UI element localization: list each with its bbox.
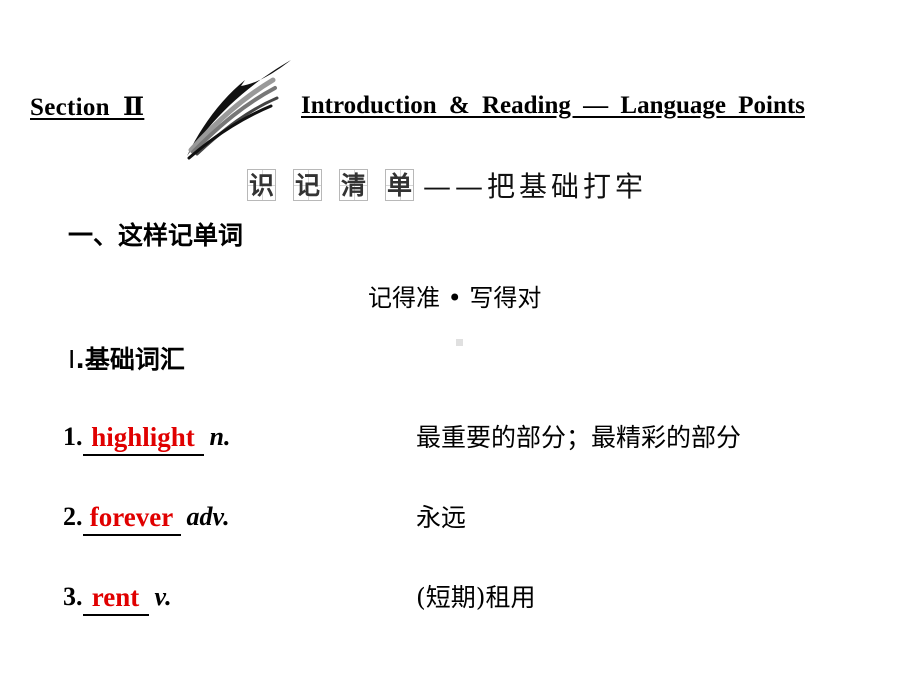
item-number: 3. — [63, 582, 83, 611]
item-number: 2. — [63, 502, 83, 531]
vocab-heading: Ⅰ.基础词汇 — [68, 340, 185, 376]
section-heading: 一、这样记单词 — [68, 221, 244, 250]
boxed-char: 清 — [339, 169, 368, 201]
answer-blank: forever — [82, 504, 181, 536]
vocab-item: 2. forever adv. — [63, 492, 230, 536]
part-of-speech: v. — [154, 582, 172, 611]
section-banner: 识 记 清 单 ——把基础打牢 — [247, 165, 647, 205]
boxed-char: 识 — [247, 169, 276, 201]
item-meaning: 最重要的部分；最精彩的部分 — [416, 423, 742, 452]
part-of-speech: adv. — [186, 502, 230, 531]
brush-stroke-icon — [187, 60, 291, 160]
item-number: 1. — [63, 422, 83, 451]
placeholder-marker — [456, 339, 463, 346]
section-label: Section Ⅱ — [30, 94, 145, 121]
answer-blank: rent — [82, 584, 149, 616]
item-meaning: (短期)租用 — [416, 583, 536, 612]
vocab-item: 1. highlight n. — [63, 412, 231, 456]
boxed-char: 记 — [293, 169, 322, 201]
lesson-title: Introduction & Reading — Language Points — [301, 92, 805, 119]
answer-blank: highlight — [82, 424, 204, 456]
vocab-heading-text: .基础词汇 — [75, 345, 185, 374]
item-meaning: 永远 — [416, 503, 467, 532]
boxed-char: 单 — [385, 169, 414, 201]
part-of-speech: n. — [209, 422, 231, 451]
vocab-item: 3. rent v. — [63, 572, 172, 616]
section-subtitle: 记得准 • 写得对 — [368, 284, 542, 312]
banner-subtitle: ——把基础打牢 — [423, 170, 648, 203]
